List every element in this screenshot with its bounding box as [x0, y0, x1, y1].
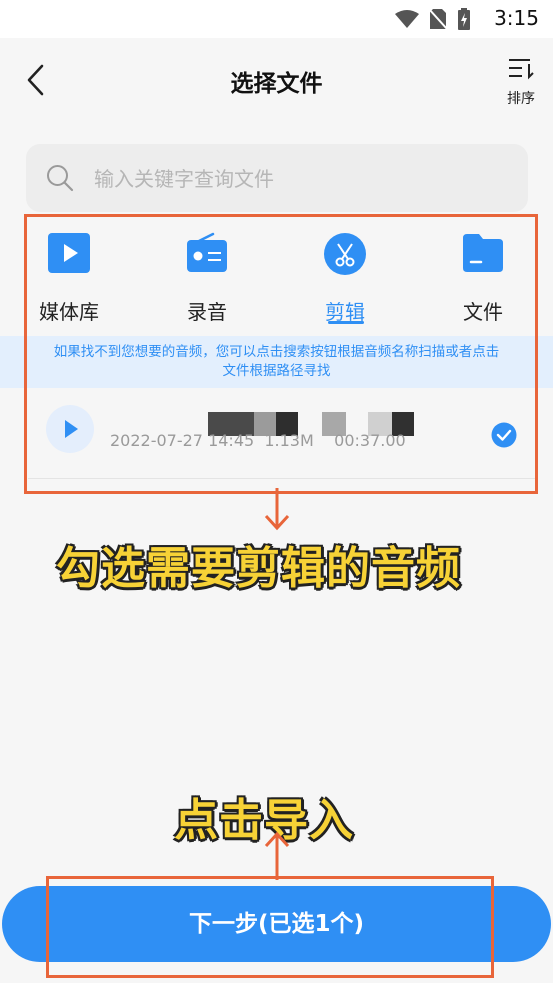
- sort-button[interactable]: 排序: [503, 56, 539, 112]
- battery-charging-icon: [458, 8, 470, 30]
- sort-label: 排序: [507, 91, 535, 107]
- status-bar: 3:15: [0, 0, 553, 38]
- annotation-highlight-box: [24, 214, 538, 494]
- search-input[interactable]: [92, 162, 516, 196]
- status-time: 3:15: [494, 6, 539, 30]
- page-title: 选择文件: [230, 71, 323, 97]
- wifi-icon: [395, 10, 419, 28]
- no-sim-icon: [429, 8, 447, 30]
- arrow-down-icon: [264, 488, 290, 531]
- sort-icon: [509, 59, 534, 80]
- annotation-select-text: 勾选需要剪辑的音频: [56, 543, 461, 594]
- annotation-button-box: [46, 876, 494, 978]
- search-box[interactable]: [26, 144, 528, 212]
- arrow-up-icon: [264, 831, 290, 880]
- search-icon: [47, 165, 74, 192]
- status-icons: [395, 8, 471, 30]
